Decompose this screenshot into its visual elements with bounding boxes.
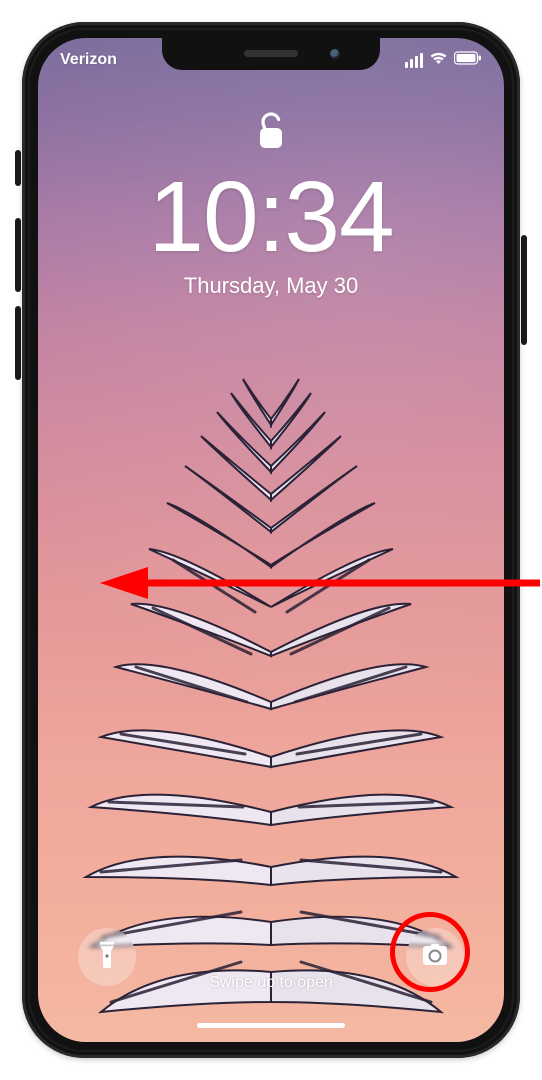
stage: Verizon <box>0 0 542 1080</box>
battery-icon <box>454 51 482 70</box>
unlock-icon <box>256 110 286 157</box>
status-right <box>405 51 482 70</box>
wallpaper-plant <box>61 282 481 1042</box>
camera-icon <box>420 943 450 972</box>
lock-screen[interactable]: Verizon <box>38 38 504 1042</box>
lock-block: 10:34 Thursday, May 30 <box>38 110 504 299</box>
volume-up-button[interactable] <box>15 218 21 292</box>
status-bar: Verizon <box>38 48 504 72</box>
mute-switch[interactable] <box>15 150 21 186</box>
volume-down-button[interactable] <box>15 306 21 380</box>
wifi-icon <box>429 51 448 70</box>
home-indicator[interactable] <box>197 1023 345 1028</box>
flashlight-icon <box>96 940 118 975</box>
side-button[interactable] <box>521 235 527 345</box>
device-frame: Verizon <box>22 22 520 1058</box>
cellular-signal-icon <box>405 53 423 68</box>
clock-date: Thursday, May 30 <box>38 273 504 299</box>
swipe-up-hint: Swipe up to open <box>38 974 504 992</box>
clock-time: 10:34 <box>38 167 504 267</box>
carrier-label: Verizon <box>60 51 117 69</box>
